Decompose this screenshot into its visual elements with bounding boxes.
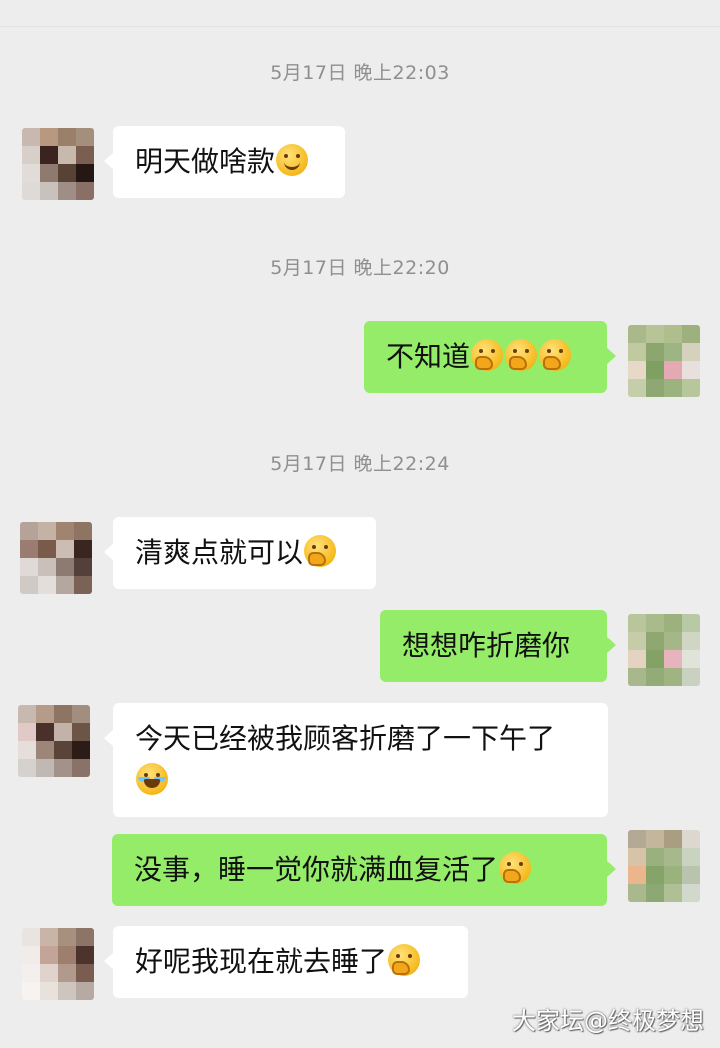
message-text: 清爽点就可以 <box>135 536 304 569</box>
contact-avatar[interactable] <box>18 705 90 777</box>
message-text: 不知道 <box>386 340 471 373</box>
timestamp: 5月17日 晚上22:20 <box>270 257 450 279</box>
face-with-hand-over-mouth-emoji-icon <box>471 339 504 371</box>
message-text: 想想咋折磨你 <box>402 629 571 662</box>
message-text: 没事，睡一觉你就满血复活了 <box>134 853 499 886</box>
chat-screen: { "timestamps": ["5月17日 晚上22:03", "5月17日… <box>0 0 720 1048</box>
message-bubble-outgoing[interactable]: 不知道 <box>364 321 616 393</box>
message-bubble-outgoing[interactable]: 没事，睡一觉你就满血复活了 <box>112 834 616 906</box>
top-divider <box>0 0 720 27</box>
message-text: 好呢我现在就去睡了 <box>135 945 388 978</box>
self-avatar[interactable] <box>628 325 700 397</box>
contact-avatar[interactable] <box>22 128 94 200</box>
rolling-on-floor-laughing-emoji-icon <box>136 763 168 795</box>
face-with-hand-over-mouth-emoji-icon <box>304 535 337 567</box>
self-avatar[interactable] <box>628 830 700 902</box>
message-bubble-incoming[interactable]: 好呢我现在就去睡了 <box>104 926 468 998</box>
timestamp: 5月17日 晚上22:24 <box>270 453 450 475</box>
face-with-hand-over-mouth-emoji-icon <box>539 339 572 371</box>
face-with-hand-over-mouth-emoji-icon <box>505 339 538 371</box>
message-bubble-incoming[interactable]: 清爽点就可以 <box>104 517 376 589</box>
message-bubble-outgoing[interactable]: 想想咋折磨你 <box>380 610 616 682</box>
message-text: 明天做啥款 <box>135 145 276 178</box>
contact-avatar[interactable] <box>20 522 92 594</box>
message-bubble-incoming[interactable]: 今天已经被我顾客折磨了一下午了 <box>104 703 608 817</box>
face-with-hand-over-mouth-emoji-icon <box>388 944 421 976</box>
message-bubble-incoming[interactable]: 明天做啥款 <box>104 126 345 198</box>
self-avatar[interactable] <box>628 614 700 686</box>
timestamp: 5月17日 晚上22:03 <box>270 62 450 84</box>
watermark: 大家坛@终极梦想 <box>512 1007 704 1035</box>
message-text: 今天已经被我顾客折磨了一下午了 <box>135 722 556 755</box>
contact-avatar[interactable] <box>22 928 94 1000</box>
smiling-face-emoji-icon <box>276 144 309 176</box>
face-with-hand-over-mouth-emoji-icon <box>499 852 532 884</box>
